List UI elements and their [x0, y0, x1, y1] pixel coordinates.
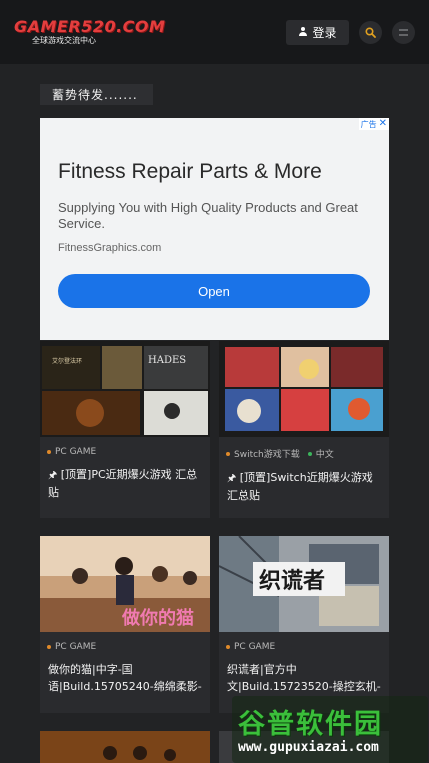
post-title-text: 做你的猫|中字-国语|Build.15705240-绵绵柔影-迷离心语+: [48, 663, 202, 693]
notice-banner: 蓄势待发.......: [40, 84, 153, 105]
category-dot: [226, 451, 230, 456]
post-meta: PC GAME: [47, 447, 210, 457]
ad-badge[interactable]: 广告 ✕: [358, 118, 389, 130]
category-label: Switch游戏下载: [234, 450, 300, 460]
post-title-text: [顶置]Switch近期爆火游戏 汇总贴: [227, 471, 373, 502]
svg-text:做你的猫: 做你的猫: [121, 607, 194, 629]
login-button[interactable]: 登录: [286, 19, 349, 45]
close-icon[interactable]: ✕: [379, 119, 387, 129]
post-card[interactable]: 做你的猫 PC GAME 做你的猫|中字-国语|Build.15705240-绵…: [40, 536, 210, 713]
post-tag[interactable]: 中文: [307, 447, 334, 460]
pin-icon: 🖈: [48, 470, 58, 481]
post-card-partial[interactable]: [40, 731, 210, 763]
post-title[interactable]: 做你的猫|中字-国语|Build.15705240-绵绵柔影-迷离心语+: [48, 661, 202, 695]
logo-text: GAMER520.COM: [14, 17, 166, 36]
post-card[interactable]: Switch游戏下载 中文 🖈 [顶置]Switch近期爆火游戏 汇总贴: [219, 341, 389, 518]
ad-badge-label: 广告: [360, 119, 377, 129]
site-logo[interactable]: GAMER520.COM 全球游戏交流中心: [14, 17, 166, 46]
post-category[interactable]: PC GAME: [47, 642, 96, 652]
category-label: PC GAME: [234, 642, 276, 652]
ad-open-button[interactable]: Open: [58, 274, 370, 308]
login-label: 登录: [312, 25, 337, 40]
search-icon: [365, 26, 376, 38]
category-dot: [226, 645, 230, 649]
post-category[interactable]: Switch游戏下载: [226, 447, 300, 460]
search-button[interactable]: [359, 20, 382, 44]
header-actions: 登录: [286, 19, 415, 45]
watermark-url: www.gupuxiazai.com: [238, 740, 379, 755]
thumbnail-image: [40, 731, 210, 763]
menu-icon: [399, 28, 408, 36]
category-dot: [47, 645, 51, 649]
post-thumbnail[interactable]: 织谎者: [219, 536, 389, 632]
post-category[interactable]: PC GAME: [47, 447, 96, 457]
watermark: 谷普软件园 www.gupuxiazai.com: [232, 696, 428, 763]
post-card[interactable]: 艾尔登法环 HADES PC GAME 🖈 [顶置]PC近期爆火游戏 汇总贴: [40, 341, 210, 518]
post-title-text: [顶置]PC近期爆火游戏 汇总贴: [48, 468, 198, 499]
tag-label: 中文: [315, 450, 334, 460]
post-meta: PC GAME: [47, 642, 210, 652]
svg-text:织谎者: 织谎者: [259, 568, 325, 594]
site-header: GAMER520.COM 全球游戏交流中心 登录: [0, 0, 429, 64]
post-category[interactable]: PC GAME: [226, 642, 275, 652]
post-meta: Switch游戏下载 中文: [226, 447, 389, 460]
watermark-brand: 谷普软件园: [238, 709, 383, 740]
thumbnail-image: 艾尔登法环 HADES: [40, 341, 210, 437]
category-label: PC GAME: [55, 642, 97, 652]
post-title[interactable]: 🖈 [顶置]Switch近期爆火游戏 汇总贴: [227, 469, 381, 503]
post-thumbnail[interactable]: 做你的猫: [40, 536, 210, 632]
thumbnail-image: [219, 341, 389, 437]
pin-icon: 🖈: [227, 473, 237, 484]
ad-banner[interactable]: 广告 ✕ Fitness Repair Parts & More Supplyi…: [40, 118, 389, 340]
post-card[interactable]: 织谎者 PC GAME 织谎者|官方中文|Build.15723520-操控玄机…: [219, 536, 389, 713]
tag-dot: [307, 451, 312, 456]
svg-text:艾尔登法环: 艾尔登法环: [52, 357, 82, 365]
post-title[interactable]: 🖈 [顶置]PC近期爆火游戏 汇总贴: [48, 466, 202, 500]
category-label: PC GAME: [55, 447, 97, 457]
ad-description: Supplying You with High Quality Products…: [58, 200, 358, 231]
ad-url: FitnessGraphics.com: [58, 242, 162, 254]
menu-button[interactable]: [392, 20, 415, 44]
thumbnail-image: 做你的猫: [40, 536, 210, 632]
svg-text:HADES: HADES: [148, 355, 186, 366]
post-title[interactable]: 织谎者|官方中文|Build.15723520-操控玄机-陷阱争锋|解: [227, 661, 381, 695]
ad-title: Fitness Repair Parts & More: [58, 160, 322, 183]
thumbnail-image: 织谎者: [219, 536, 389, 632]
user-icon: [298, 27, 308, 37]
post-thumbnail[interactable]: 艾尔登法环 HADES: [40, 341, 210, 437]
post-meta: PC GAME: [226, 642, 389, 652]
post-thumbnail[interactable]: [219, 341, 389, 437]
post-title-text: 织谎者|官方中文|Build.15723520-操控玄机-陷阱争锋|解: [227, 663, 381, 693]
category-dot: [47, 450, 51, 454]
logo-subtitle: 全球游戏交流中心: [32, 36, 96, 45]
